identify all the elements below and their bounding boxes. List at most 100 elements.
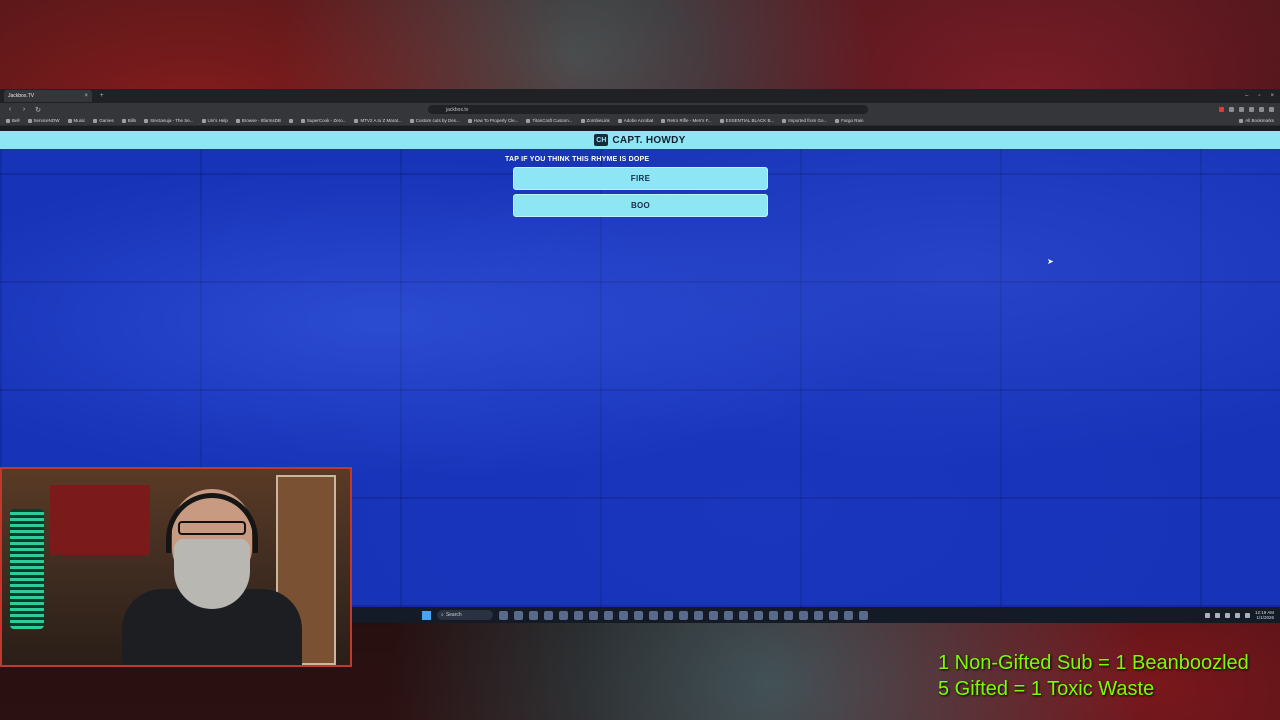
browser-toolbar: ‹ › ↻ jackbox.tv: [0, 103, 1280, 116]
taskbar-search[interactable]: ⌕ Search: [437, 610, 493, 620]
extension-icon[interactable]: [1259, 107, 1264, 112]
folder-icon: [1239, 118, 1244, 123]
reload-icon[interactable]: ↻: [34, 106, 42, 114]
bookmark-item[interactable]: Stectanuja - The Se...: [144, 118, 194, 123]
folder-icon: [6, 118, 10, 123]
taskbar-app-icon[interactable]: [634, 610, 643, 620]
site-icon: [144, 118, 149, 123]
vote-prompt: TAP IF YOU THINK THIS RHYME IS DOPE: [505, 156, 650, 163]
bookmark-item[interactable]: TitanCraft Custom...: [526, 118, 573, 123]
bookmark-item[interactable]: MTV2 A to Z Marat...: [354, 118, 402, 123]
bookmark-item[interactable]: ServiceNOW: [27, 118, 60, 123]
taskbar-app-icon[interactable]: [574, 610, 583, 620]
bookmark-label: Music: [73, 118, 86, 123]
volume-icon[interactable]: [1244, 612, 1250, 618]
bookmark-label: Adobe Acrobat: [623, 118, 654, 123]
menu-icon[interactable]: [1269, 107, 1274, 112]
extensions-area: [1219, 107, 1274, 112]
bookmark-item[interactable]: How To Properly Cle...: [467, 118, 518, 123]
bookmark-label: MTV2 A to Z Marat...: [360, 118, 402, 123]
forward-icon[interactable]: ›: [20, 106, 28, 113]
taskbar-app-icon[interactable]: [814, 610, 823, 620]
bookmark-label: ZombieLink: [586, 118, 610, 123]
taskbar-app-icon[interactable]: [499, 610, 508, 620]
bookmark-label: ESSENTIAL BLACK B...: [725, 118, 775, 123]
site-icon: [467, 118, 472, 123]
chevron-up-icon[interactable]: [1204, 612, 1210, 618]
bookmark-label: Imported from Go...: [788, 118, 828, 123]
taskbar-app-icon[interactable]: [664, 610, 673, 620]
bookmark-item[interactable]: Uni's Help: [201, 118, 228, 123]
bookmark-item[interactable]: Browse - ItfarmsDB: [235, 118, 281, 123]
bookmark-item[interactable]: ESSENTIAL BLACK B...: [719, 118, 775, 123]
taskbar-app-icon[interactable]: [544, 610, 553, 620]
headset-icon: [166, 493, 258, 553]
taskbar-app-icon[interactable]: [529, 610, 538, 620]
taskbar-app-icon[interactable]: [649, 610, 658, 620]
bookmark-label: Bell: [12, 118, 20, 123]
taskbar-app-icon[interactable]: [769, 610, 778, 620]
clock-date: 1/1/2026: [1256, 615, 1274, 620]
bookmark-label: All Bookmarks: [1245, 118, 1274, 123]
taskbar-app-icon[interactable]: [859, 610, 868, 620]
taskbar-app-icon[interactable]: [694, 610, 703, 620]
tray-icon[interactable]: [1214, 612, 1220, 618]
bookmark-item[interactable]: [288, 118, 293, 123]
fire-button[interactable]: FIRE: [513, 167, 768, 190]
taskbar-app-icon[interactable]: [724, 610, 733, 620]
folder-icon: [93, 118, 98, 123]
windows-taskbar: ⌕ Search 12:19 AM 1/1/2026: [352, 607, 1280, 623]
tray-icon[interactable]: [1224, 612, 1230, 618]
bookmark-item[interactable]: Imported from Go...: [782, 118, 827, 123]
bookmark-item[interactable]: Music: [67, 118, 86, 123]
bookmark-item[interactable]: SuperCook - Zero...: [300, 118, 346, 123]
bookmark-item[interactable]: Bills: [121, 118, 136, 123]
tab-close-icon[interactable]: ×: [84, 93, 88, 99]
start-icon[interactable]: [422, 610, 431, 620]
extension-icon[interactable]: [1219, 107, 1224, 112]
bookmark-item[interactable]: Bell: [6, 118, 20, 123]
taskbar-clock[interactable]: 12:19 AM 1/1/2026: [1255, 610, 1274, 620]
taskbar-app-icon[interactable]: [754, 610, 763, 620]
taskbar-app-icon[interactable]: [739, 610, 748, 620]
bookmark-item[interactable]: Fargo Rain: [835, 118, 864, 123]
bookmark-item[interactable]: Custom cuts by Des...: [409, 118, 460, 123]
wifi-icon[interactable]: [1234, 612, 1240, 618]
bookmark-item[interactable]: Games: [93, 118, 114, 123]
taskbar-app-icon[interactable]: [829, 610, 838, 620]
bookmark-label: Custom cuts by Des...: [415, 118, 460, 123]
maximize-button[interactable]: ▫: [1258, 93, 1260, 99]
bookmark-label: Games: [99, 118, 114, 123]
site-icon: [835, 118, 840, 123]
taskbar-app-icon[interactable]: [844, 610, 853, 620]
taskbar-app-icon[interactable]: [604, 610, 613, 620]
bookmark-item[interactable]: Retro Rifle - Men's F...: [661, 118, 712, 123]
extension-icon[interactable]: [1239, 107, 1244, 112]
site-icon: [580, 118, 585, 123]
facebook-icon: [288, 118, 293, 123]
extension-icon[interactable]: [1249, 107, 1254, 112]
bookmark-item[interactable]: ZombieLink: [580, 118, 610, 123]
folder-icon: [782, 118, 787, 123]
taskbar-app-icon[interactable]: [514, 610, 523, 620]
extension-icon[interactable]: [1229, 107, 1234, 112]
boo-button[interactable]: BOO: [513, 194, 768, 217]
site-icon: [235, 118, 240, 123]
taskbar-app-icon[interactable]: [709, 610, 718, 620]
back-icon[interactable]: ‹: [6, 106, 14, 113]
bookmark-item[interactable]: Adobe Acrobat: [617, 118, 654, 123]
all-bookmarks-button[interactable]: All Bookmarks: [1239, 118, 1274, 123]
taskbar-app-icon[interactable]: [784, 610, 793, 620]
taskbar-app-icon[interactable]: [799, 610, 808, 620]
site-icon: [409, 118, 414, 123]
window-controls: – ▫ ×: [1245, 93, 1280, 99]
tab-jackbox[interactable]: Jackbox.TV ×: [4, 90, 92, 102]
taskbar-app-icon[interactable]: [619, 610, 628, 620]
taskbar-app-icon[interactable]: [679, 610, 688, 620]
new-tab-button[interactable]: +: [100, 93, 104, 99]
minimize-button[interactable]: –: [1245, 93, 1248, 99]
address-bar[interactable]: jackbox.tv: [428, 105, 868, 114]
taskbar-app-icon[interactable]: [589, 610, 598, 620]
taskbar-app-icon[interactable]: [559, 610, 568, 620]
close-window-button[interactable]: ×: [1270, 93, 1274, 99]
